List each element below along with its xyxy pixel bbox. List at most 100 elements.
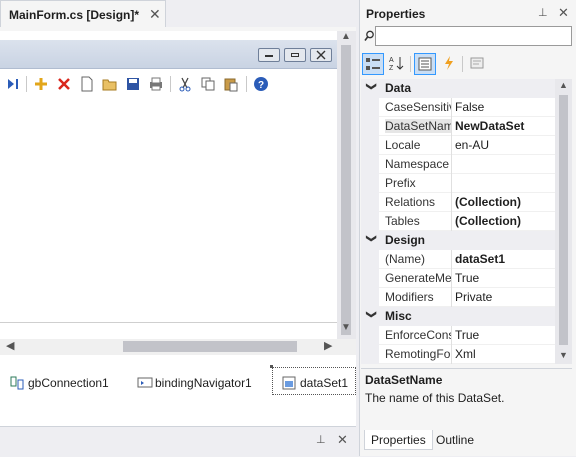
component-tray-divider bbox=[0, 322, 337, 323]
scroll-up-icon[interactable]: ▲ bbox=[559, 80, 568, 90]
column-divider bbox=[451, 269, 452, 288]
pin-icon[interactable]: ⊥ bbox=[316, 433, 326, 446]
property-row-datasetname[interactable]: DataSetName NewDataSet bbox=[361, 117, 555, 136]
property-row-modifiers[interactable]: Modifiers Private bbox=[361, 288, 555, 307]
scrollbar-thumb[interactable] bbox=[341, 45, 351, 335]
column-divider bbox=[451, 98, 452, 117]
property-name: Locale bbox=[385, 138, 421, 152]
add-new-icon[interactable] bbox=[32, 75, 50, 93]
close-icon[interactable]: ✕ bbox=[558, 5, 569, 21]
row-gutter bbox=[361, 269, 379, 288]
description-text: The name of this DataSet. bbox=[365, 391, 505, 405]
row-gutter bbox=[361, 117, 379, 136]
component-bindingnavigator[interactable]: bindingNavigator1 bbox=[137, 376, 252, 396]
property-value[interactable]: False bbox=[455, 100, 553, 114]
property-row-remotingformat[interactable]: RemotingFormat Xml bbox=[361, 345, 555, 364]
property-value[interactable]: dataSet1 bbox=[455, 252, 553, 266]
category-data[interactable]: ❯ Data bbox=[361, 79, 555, 98]
events-icon[interactable] bbox=[438, 53, 460, 75]
column-divider bbox=[451, 326, 452, 345]
column-divider bbox=[451, 212, 452, 231]
svg-text:Z: Z bbox=[389, 65, 394, 71]
delete-icon[interactable] bbox=[55, 75, 73, 93]
open-folder-icon[interactable] bbox=[101, 75, 119, 93]
document-tab[interactable]: MainForm.cs [Design]* ✕ bbox=[0, 0, 166, 28]
component-label: bindingNavigator1 bbox=[155, 376, 252, 390]
property-row-casesensitive[interactable]: CaseSensitive False bbox=[361, 98, 555, 117]
categorized-icon[interactable] bbox=[362, 53, 384, 75]
scroll-up-icon[interactable]: ▲ bbox=[341, 31, 351, 42]
property-value[interactable]: Xml bbox=[455, 347, 553, 361]
property-value[interactable]: (Collection) bbox=[455, 214, 553, 228]
property-row-relations[interactable]: Relations (Collection) bbox=[361, 193, 555, 212]
property-value[interactable]: en-AU bbox=[455, 138, 553, 152]
property-row-name[interactable]: (Name) dataSet1 bbox=[361, 250, 555, 269]
column-divider bbox=[451, 136, 452, 155]
column-divider bbox=[451, 155, 452, 174]
document-tab-title: MainForm.cs [Design]* bbox=[9, 8, 140, 22]
property-row-namespace[interactable]: Namespace bbox=[361, 155, 555, 174]
row-gutter bbox=[361, 212, 379, 231]
row-gutter bbox=[361, 193, 379, 212]
property-value[interactable]: (Collection) bbox=[455, 195, 553, 209]
scroll-left-icon[interactable]: ◀ bbox=[6, 339, 14, 352]
alphabetical-icon[interactable]: AZ bbox=[386, 53, 408, 75]
dataset-icon bbox=[282, 376, 296, 390]
close-tab-icon[interactable]: ✕ bbox=[149, 6, 161, 23]
property-row-locale[interactable]: Locale en-AU bbox=[361, 136, 555, 155]
paste-icon[interactable] bbox=[222, 75, 240, 93]
property-row-enforceconstraints[interactable]: EnforceConstraints True bbox=[361, 326, 555, 345]
minimize-button[interactable] bbox=[258, 48, 280, 62]
scroll-down-icon[interactable]: ▼ bbox=[341, 322, 351, 333]
category-design[interactable]: ❯ Design bbox=[361, 231, 555, 250]
property-value[interactable]: Private bbox=[455, 290, 553, 304]
property-row-generatemember[interactable]: GenerateMember True bbox=[361, 269, 555, 288]
scrollbar-thumb[interactable] bbox=[123, 341, 297, 352]
chevron-down-icon[interactable]: ❯ bbox=[366, 82, 377, 90]
binding-navigator-toolbar: ? bbox=[0, 70, 337, 98]
move-last-icon[interactable] bbox=[4, 75, 22, 93]
property-row-prefix[interactable]: Prefix bbox=[361, 174, 555, 193]
scroll-right-icon[interactable]: ▶ bbox=[324, 339, 332, 352]
component-gbconnection[interactable]: gbConnection1 bbox=[10, 376, 109, 396]
property-value[interactable]: True bbox=[455, 271, 553, 285]
category-misc[interactable]: ❯ Misc bbox=[361, 307, 555, 326]
close-icon[interactable]: ✕ bbox=[337, 432, 348, 448]
property-description: DataSetName The name of this DataSet. bbox=[361, 368, 572, 427]
restore-button[interactable] bbox=[284, 48, 306, 62]
designer-horizontal-scrollbar[interactable]: ◀ ▶ bbox=[0, 339, 356, 355]
object-selector-input[interactable] bbox=[375, 26, 572, 46]
property-grid-scrollbar[interactable]: ▲ ▼ bbox=[555, 79, 572, 364]
category-label: Misc bbox=[385, 309, 412, 323]
close-form-button[interactable] bbox=[310, 48, 332, 62]
save-icon[interactable] bbox=[124, 75, 142, 93]
form-caption-bar[interactable] bbox=[0, 40, 337, 69]
scrollbar-thumb[interactable] bbox=[559, 95, 568, 345]
designer-vertical-scrollbar[interactable]: ▲ ▼ bbox=[337, 31, 356, 339]
column-divider bbox=[451, 345, 452, 364]
property-grid: ❯ Data CaseSensitive False DataSetName N… bbox=[361, 79, 555, 364]
property-value[interactable]: NewDataSet bbox=[455, 119, 553, 133]
new-file-icon[interactable] bbox=[78, 75, 96, 93]
chevron-down-icon[interactable]: ❯ bbox=[366, 234, 377, 242]
copy-icon[interactable] bbox=[199, 75, 217, 93]
property-value[interactable]: True bbox=[455, 328, 553, 342]
scroll-down-icon[interactable]: ▼ bbox=[559, 350, 568, 360]
properties-icon[interactable] bbox=[414, 53, 436, 75]
cut-icon[interactable] bbox=[176, 75, 194, 93]
column-divider bbox=[451, 117, 452, 136]
chevron-down-icon[interactable]: ❯ bbox=[366, 310, 377, 318]
connection-icon bbox=[10, 376, 24, 390]
print-icon[interactable] bbox=[147, 75, 165, 93]
property-row-tables[interactable]: Tables (Collection) bbox=[361, 212, 555, 231]
column-divider bbox=[451, 250, 452, 269]
tab-outline[interactable]: Outline bbox=[430, 430, 480, 450]
tab-properties[interactable]: Properties bbox=[364, 430, 433, 450]
object-selector[interactable] bbox=[360, 26, 573, 48]
selection-handle bbox=[270, 365, 273, 368]
property-pages-icon[interactable] bbox=[466, 53, 488, 75]
component-dataset[interactable]: dataSet1 bbox=[282, 376, 348, 396]
toolbar-separator bbox=[170, 76, 171, 92]
pin-icon[interactable]: ⊥ bbox=[538, 6, 548, 19]
help-icon[interactable]: ? bbox=[252, 75, 270, 93]
